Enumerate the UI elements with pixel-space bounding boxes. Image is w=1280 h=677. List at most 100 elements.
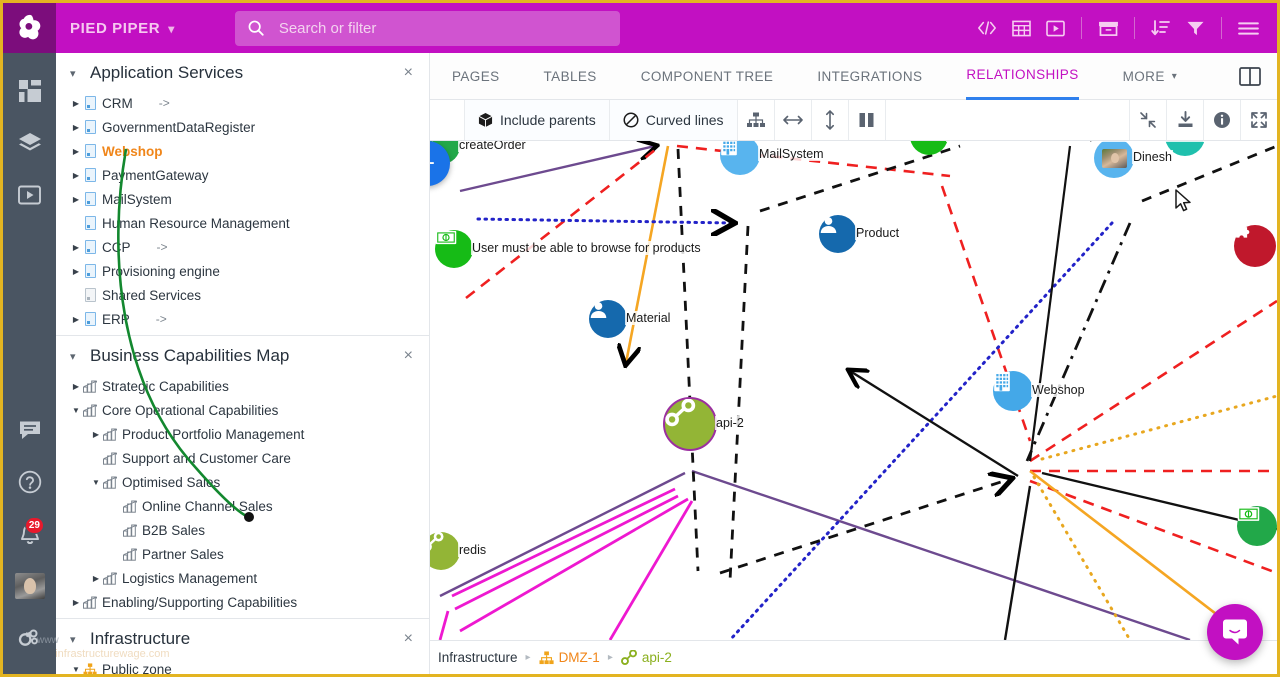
tree-item[interactable]: B2B Sales [56, 518, 429, 542]
breadcrumb-label: api-2 [641, 650, 672, 665]
hierarchy-layout-icon[interactable] [738, 100, 775, 140]
table-icon[interactable] [1004, 11, 1038, 45]
tree-item[interactable]: ▶ Enabling/Supporting Capabilities [56, 590, 429, 614]
chevron-down-icon[interactable]: ▾ [70, 350, 86, 363]
graph-node-api-2[interactable] [663, 397, 717, 451]
app-logo[interactable] [3, 3, 56, 53]
close-icon[interactable]: × [404, 347, 417, 365]
chevron-right-icon[interactable]: ▶ [70, 99, 82, 108]
search-input[interactable] [276, 18, 608, 38]
avatar[interactable] [3, 560, 56, 612]
chevron-right-icon[interactable]: ▶ [70, 267, 82, 276]
filter-icon[interactable] [1178, 11, 1212, 45]
collapse-icon[interactable] [1129, 100, 1166, 140]
tree-item[interactable]: ▶ MailSystem [56, 187, 429, 211]
columns-icon[interactable] [849, 100, 886, 140]
app-icon-gray [82, 287, 98, 303]
chevron-right-icon[interactable]: ▶ [70, 147, 82, 156]
tab-more[interactable]: MORE ▾ [1123, 53, 1178, 100]
info-icon[interactable] [1203, 100, 1240, 140]
tree-item[interactable]: Partner Sales [56, 542, 429, 566]
tree-item[interactable]: ▶ GovernmentDataRegister [56, 115, 429, 139]
capability-icon [102, 450, 118, 466]
tree-item[interactable]: ▶ CRM -> [56, 91, 429, 115]
sidebar-item-comments[interactable] [3, 404, 56, 456]
chevron-down-icon[interactable]: ▾ [70, 633, 86, 646]
chevron-right-icon[interactable]: ▶ [70, 195, 82, 204]
tree-item[interactable]: ▶ ERP -> [56, 307, 429, 331]
presentation-icon[interactable] [1038, 11, 1072, 45]
sidebar-item-settings[interactable]: www [3, 612, 59, 664]
section-header[interactable]: ▾ Application Services × [56, 53, 429, 91]
relationship-graph-canvas[interactable]: + createOrderMailSystemUser must be able… [430, 141, 1277, 640]
chevron-down-icon[interactable]: ▾ [70, 67, 86, 80]
tab-relationships[interactable]: RELATIONSHIPS [966, 53, 1079, 100]
section-header[interactable]: ▾ Business Capabilities Map × [56, 336, 429, 374]
tree-item[interactable]: ▶ Strategic Capabilities [56, 374, 429, 398]
horizontal-spacing-icon[interactable] [775, 100, 812, 140]
breadcrumb-item-dmz-1[interactable]: DMZ-1 [539, 650, 600, 665]
chevron-right-icon[interactable]: ▶ [90, 430, 102, 439]
graph-node-material[interactable] [589, 300, 627, 338]
tree-section-application-services: ▾ Application Services × ▶ CRM -> ▶ Governme… [56, 53, 429, 336]
tree-item[interactable]: Shared Services [56, 283, 429, 307]
vertical-spacing-icon[interactable] [812, 100, 849, 140]
code-icon[interactable] [970, 11, 1004, 45]
tab-pages[interactable]: PAGES [452, 53, 500, 100]
graph-node-red-right[interactable] [1234, 225, 1276, 267]
include-parents-toggle[interactable]: Include parents [465, 100, 610, 140]
graph-node-webshop[interactable] [993, 371, 1033, 411]
building-icon [721, 141, 737, 156]
sidebar-item-layers[interactable] [3, 117, 56, 169]
archive-icon[interactable] [1091, 11, 1125, 45]
close-icon[interactable]: × [404, 630, 417, 648]
menu-icon[interactable] [1231, 11, 1265, 45]
chat-support-button[interactable] [1207, 604, 1263, 660]
graph-node-product[interactable] [819, 215, 857, 253]
tree-item[interactable]: ▼ Core Operational Capabilities [56, 398, 429, 422]
chevron-right-icon[interactable]: ▶ [70, 243, 82, 252]
fullscreen-icon[interactable] [1240, 100, 1277, 140]
chevron-right-icon[interactable]: ▶ [70, 598, 82, 607]
breadcrumb-item-infrastructure[interactable]: Infrastructure [438, 650, 518, 665]
chevron-right-icon[interactable]: ▶ [70, 123, 82, 132]
chevron-right-icon[interactable]: ▶ [90, 574, 102, 583]
split-view-icon[interactable] [1239, 66, 1261, 86]
graph-node-green-right[interactable] [1237, 506, 1277, 546]
tree-item[interactable]: ▶ Logistics Management [56, 566, 429, 590]
tree-item[interactable]: Support and Customer Care [56, 446, 429, 470]
chevron-down-icon[interactable]: ▼ [70, 406, 82, 415]
chevron-right-icon[interactable]: ▶ [70, 382, 82, 391]
tab-integrations[interactable]: INTEGRATIONS [817, 53, 922, 100]
curved-lines-toggle[interactable]: Curved lines [609, 100, 738, 140]
chevron-down-icon[interactable]: ▼ [90, 478, 102, 487]
tree-item[interactable]: ▶ CCP -> [56, 235, 429, 259]
tree-item[interactable]: ▶ Webshop [56, 139, 429, 163]
sidebar-item-presentations[interactable] [3, 169, 56, 221]
tab-component-tree[interactable]: COMPONENT TREE [641, 53, 774, 100]
tree-item[interactable]: ▶ Provisioning engine [56, 259, 429, 283]
sort-icon[interactable] [1144, 11, 1178, 45]
tree-item[interactable]: ▶ Product Portfolio Management [56, 422, 429, 446]
tab-tables[interactable]: TABLES [544, 53, 597, 100]
main-panel: PAGES TABLES COMPONENT TREE INTEGRATIONS… [430, 53, 1277, 674]
download-icon[interactable] [1166, 100, 1203, 140]
chevron-down-icon[interactable]: ▼ [70, 665, 82, 674]
breadcrumb-item-api-2[interactable]: api-2 [620, 650, 672, 665]
sidebar-item-notifications[interactable]: 29 [3, 508, 56, 560]
graph-node-req-browse[interactable] [435, 230, 473, 268]
tree-item[interactable]: ▼ Optimised Sales [56, 470, 429, 494]
chevron-right-icon[interactable]: ▶ [70, 315, 82, 324]
tree-item[interactable]: ▶ PaymentGateway [56, 163, 429, 187]
tree-item[interactable]: Human Resource Management [56, 211, 429, 235]
tree-item[interactable]: Online Channel Sales [56, 494, 429, 518]
object-tree-panel: ▾ Application Services × ▶ CRM -> ▶ Governme… [56, 53, 430, 674]
chevron-right-icon[interactable]: ▶ [70, 171, 82, 180]
app-icon [82, 263, 98, 279]
sidebar-item-help[interactable] [3, 456, 56, 508]
sidebar-item-dashboard[interactable] [3, 65, 56, 117]
close-icon[interactable]: × [404, 64, 417, 82]
search-box[interactable] [234, 10, 620, 46]
capability-icon [123, 500, 137, 513]
org-name[interactable]: PIED PIPER ▾ [70, 20, 175, 37]
